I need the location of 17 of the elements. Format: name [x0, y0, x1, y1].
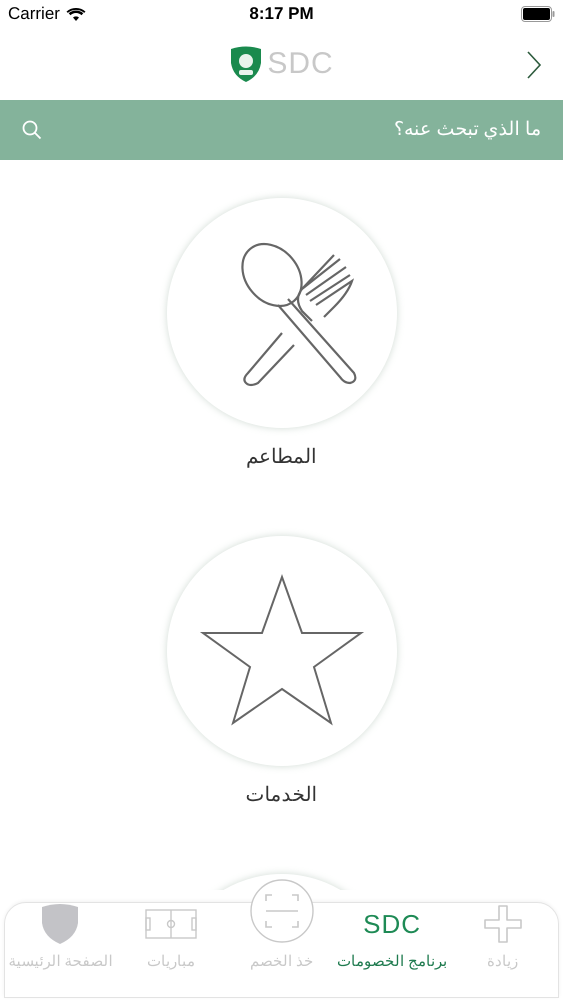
search-bar[interactable]: ما الذي تبحث عنه؟	[0, 100, 563, 160]
shield-logo-icon	[229, 45, 264, 83]
clock-time: 8:17 PM	[249, 3, 314, 26]
logo-icon: SDC	[363, 910, 422, 937]
plus-icon	[482, 904, 523, 944]
wifi-icon	[66, 6, 86, 22]
tab-item[interactable]: الصفحة الرئيسية	[5, 903, 116, 997]
shield-icon	[40, 902, 80, 944]
tab-item[interactable]: خذ الخصم	[226, 879, 337, 997]
search-icon	[22, 120, 42, 140]
battery-icon	[521, 6, 555, 22]
search-field[interactable]: ما الذي تبحث عنه؟	[54, 116, 541, 144]
chevron-right-icon[interactable]	[525, 50, 543, 80]
carrier-name: Carrier	[8, 3, 60, 26]
football-pitch-icon	[144, 908, 197, 939]
category-label: الخدمات	[246, 783, 318, 808]
category-label: المطاعم	[246, 445, 317, 470]
